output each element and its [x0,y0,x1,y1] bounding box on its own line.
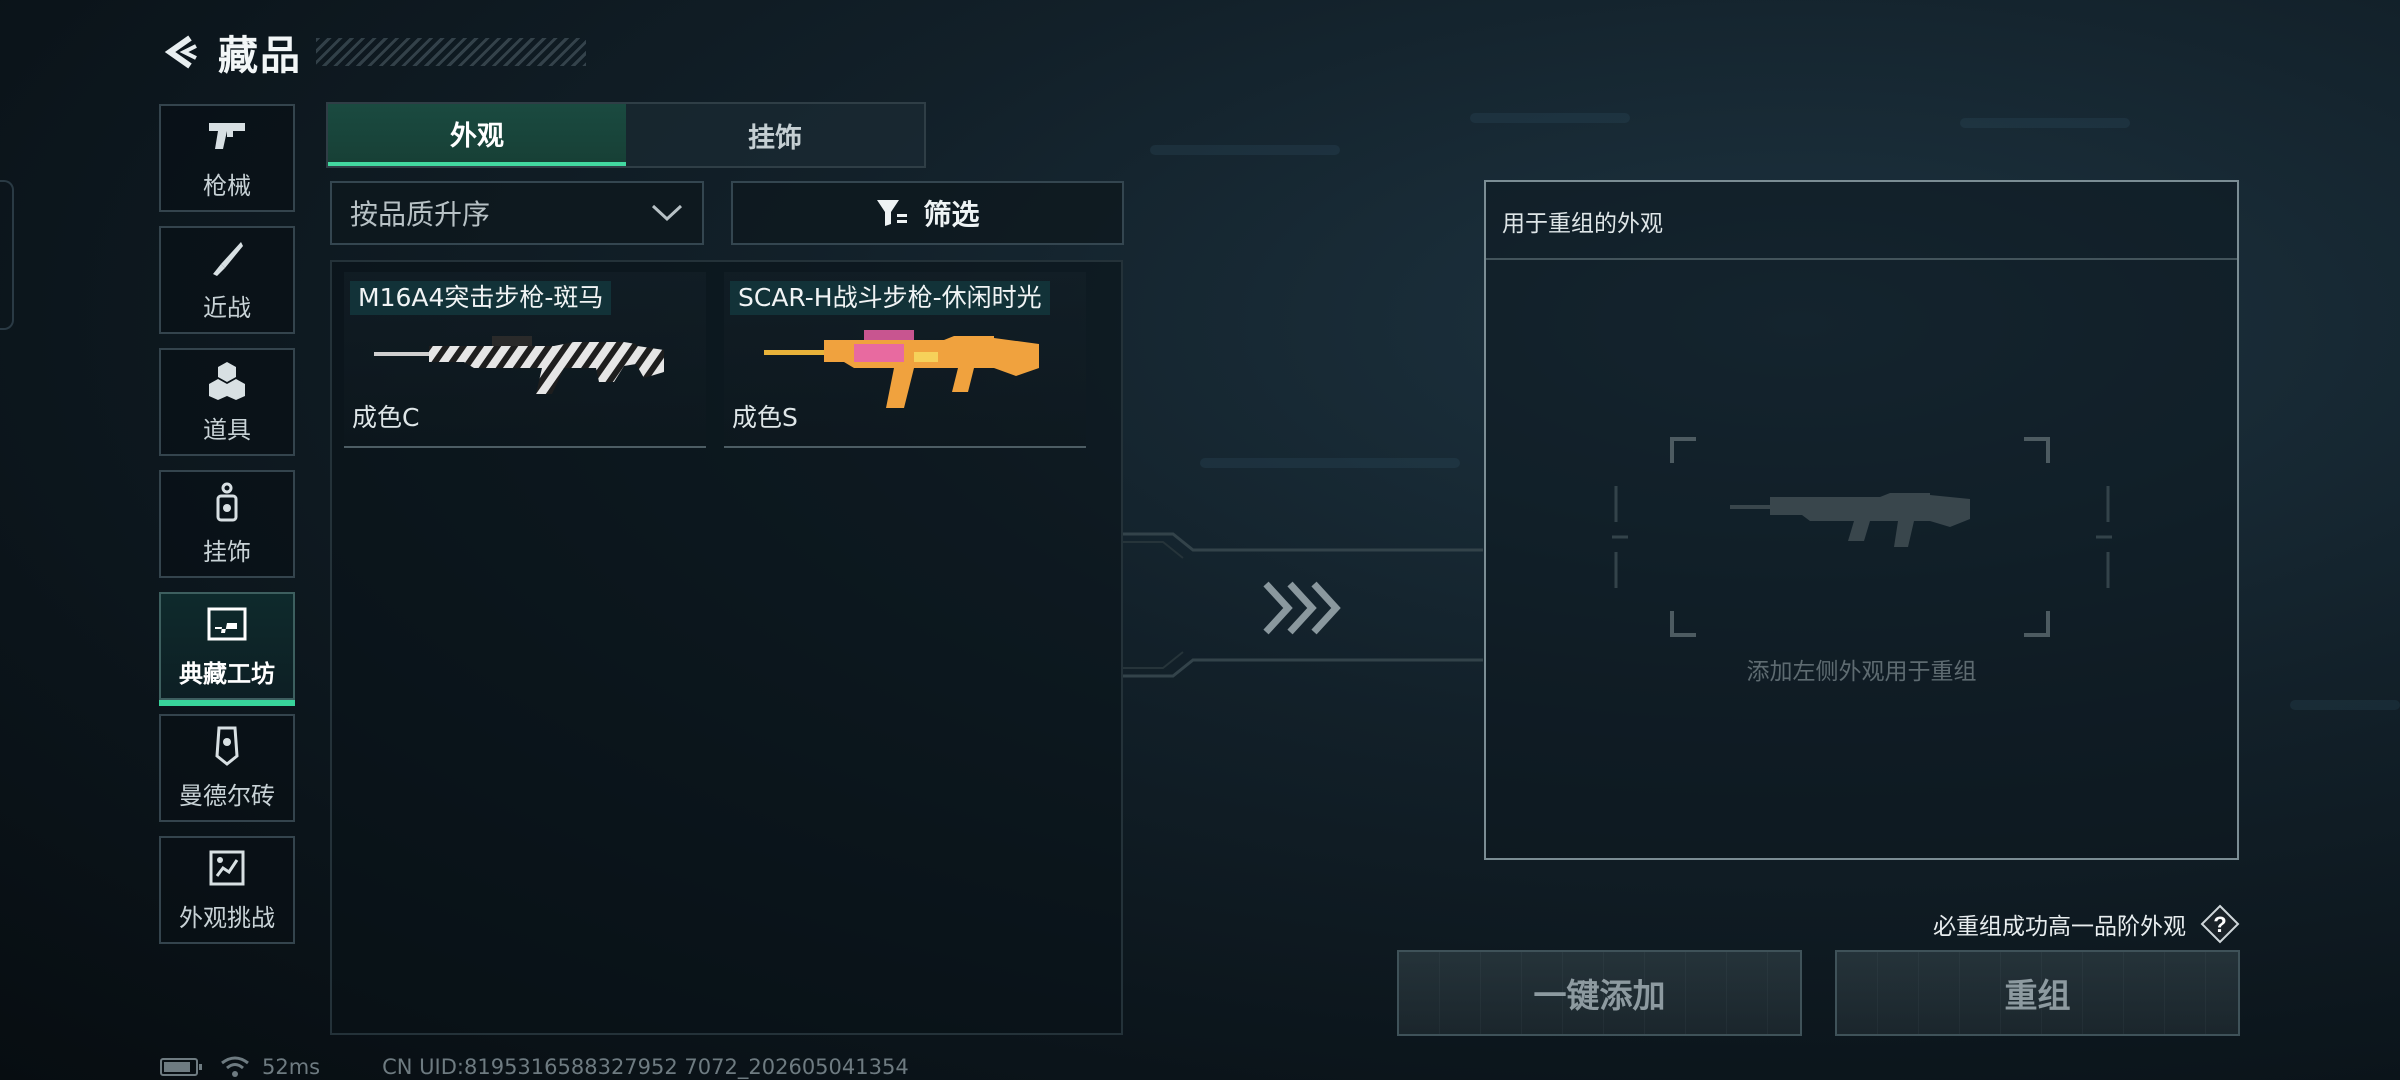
page-title: 藏品 [218,33,302,79]
skin-card[interactable]: SCAR-H战斗步枪-休闲时光 成色S [724,272,1086,448]
sidebar-item-charms[interactable]: 挂饰 [159,470,295,578]
filter-label: 筛选 [923,198,980,231]
skin-list-panel: M16A4突击步枪-斑马 成色C SCAR-H战斗步枪-休闲时光 成色S [330,260,1123,1035]
placeholder-hint: 添加左侧外观用于重组 [1746,659,1977,685]
tab-skins[interactable]: 外观 [328,104,626,166]
sidebar-item-label: 外观挑战 [179,903,275,932]
sidebar-item-label: 挂饰 [203,537,251,566]
button-texture [1399,952,1800,1034]
back-arrow-icon [164,35,197,69]
charm-icon [207,482,247,522]
recombine-button[interactable]: 重组 [1835,950,2240,1036]
divider [1486,258,2237,260]
scar-h-orange-rifle-image [764,330,1039,408]
sidebar-item-melee[interactable]: 近战 [159,226,295,334]
sidebar-item-workshop[interactable]: 典藏工坊 [159,592,295,706]
button-texture [1837,952,2238,1034]
category-sidebar: 枪械 近战 道具 挂饰 典藏工坊 曼德尔砖 外观挑战 [159,104,295,958]
sidebar-item-label: 典藏工坊 [179,659,275,688]
sidebar-item-label: 曼德尔砖 [179,781,275,810]
knife-icon [207,238,247,278]
recombine-panel-title: 用于重组的外观 [1502,211,1663,237]
background-streak [1960,118,2130,128]
recombine-panel: 用于重组的外观 添加左侧外观用于重组 [1484,180,2239,860]
help-icon: ? [2200,904,2240,944]
wifi-icon [221,1056,249,1077]
skin-card[interactable]: M16A4突击步枪-斑马 成色C [344,272,706,448]
skin-grade: 成色S [732,403,798,432]
back-button[interactable] [160,30,204,74]
background-streak [1150,145,1340,155]
one-click-add-button[interactable]: 一键添加 [1397,950,1802,1036]
workshop-icon [207,604,247,644]
pistol-icon [207,116,247,156]
filter-button[interactable]: 筛选 [731,181,1124,245]
sidebar-item-guns[interactable]: 枪械 [159,104,295,212]
mandel-brick-icon [207,726,247,766]
tab-charms[interactable]: 挂饰 [626,104,924,166]
background-streak [1470,113,1630,123]
skin-name: SCAR-H战斗步枪-休闲时光 [730,281,1050,315]
chevron-down-icon [651,204,683,222]
background-streak [1200,458,1460,468]
tab-bar: 外观 挂饰 [326,102,926,168]
background-streak [2290,700,2400,710]
forward-arrows-icon [1263,581,1341,635]
sidebar-item-gadgets[interactable]: 道具 [159,348,295,456]
page-header: 藏品 [160,22,586,82]
recombine-info: 必重组成功高一品阶外观 ? [1933,904,2240,944]
edge-handle[interactable] [0,180,14,330]
challenge-icon [207,848,247,888]
status-bar: 52ms CN UID:8195316588327952 7072_202605… [160,1055,909,1079]
sidebar-item-challenge[interactable]: 外观挑战 [159,836,295,944]
svg-text:?: ? [2213,912,2226,937]
grenade-icon [207,360,247,400]
recombine-info-text: 必重组成功高一品阶外观 [1933,914,2186,940]
sort-value: 按品质升序 [350,198,491,231]
filter-icon [877,200,908,226]
skin-name: M16A4突击步枪-斑马 [350,281,612,315]
skin-grade: 成色C [352,403,420,432]
sidebar-item-label: 近战 [203,293,251,322]
help-button[interactable]: ? [2200,904,2240,944]
m16a4-zebra-rifle-image [374,336,664,394]
battery-icon [160,1058,202,1076]
ping-value: 52ms [262,1055,321,1079]
sidebar-item-mandel-brick[interactable]: 曼德尔砖 [159,714,295,822]
sort-dropdown[interactable]: 按品质升序 [330,181,704,245]
uid-text: CN UID:8195316588327952 7072_20260504135… [382,1055,909,1079]
slot-side-brackets [1612,486,2112,588]
title-decoration [316,38,586,66]
sidebar-item-label: 枪械 [203,171,251,200]
sidebar-item-label: 道具 [203,415,251,444]
